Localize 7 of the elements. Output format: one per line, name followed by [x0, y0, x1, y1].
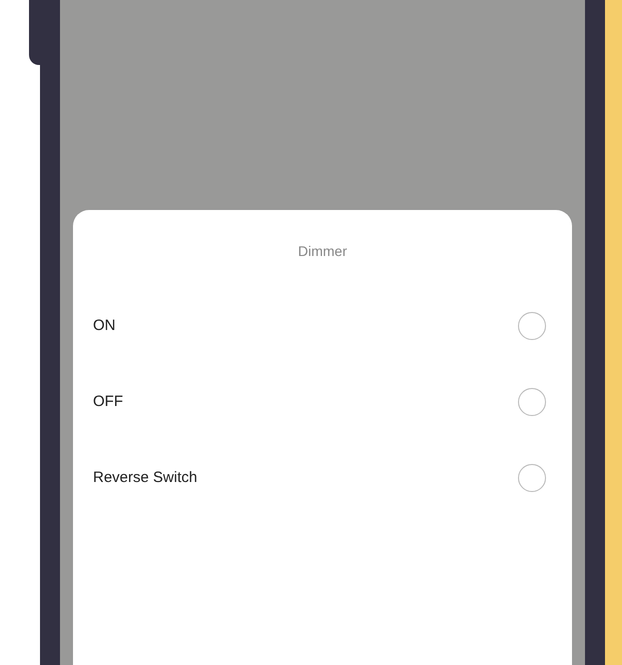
- option-row[interactable]: Reverse Switch: [73, 440, 572, 516]
- radio-button[interactable]: [518, 388, 546, 416]
- sheet-title: Dimmer: [298, 243, 347, 259]
- option-row[interactable]: ON: [73, 288, 572, 364]
- radio-button[interactable]: [518, 312, 546, 340]
- radio-button[interactable]: [518, 464, 546, 492]
- option-row[interactable]: OFF: [73, 364, 572, 440]
